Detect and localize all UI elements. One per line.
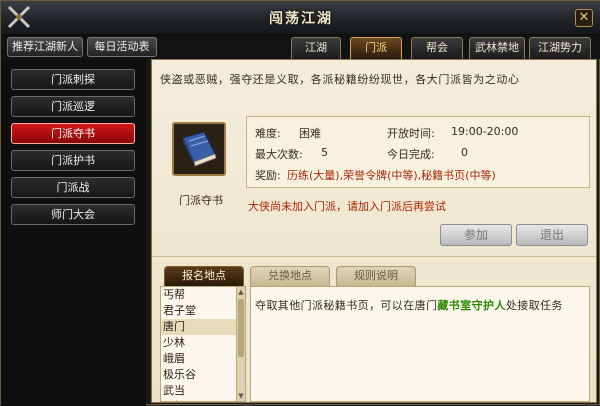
tab-signup-location[interactable]: 报名地点 (164, 266, 244, 286)
title-bar[interactable]: 闯荡江湖 ✕ (1, 1, 600, 35)
list-item[interactable]: 丐帮 (161, 287, 243, 303)
activity-window: 闯荡江湖 ✕ 推荐江湖新人 每日活动表 江湖 门派 帮会 武林禁地 江湖势力 门… (0, 0, 600, 406)
sidebar-item-guard-book[interactable]: 门派护书 (11, 150, 135, 171)
sidebar-item-patrol[interactable]: 门派巡逻 (11, 96, 135, 117)
tab-wulin-forbidden[interactable]: 武林禁地 (469, 37, 525, 59)
top-toolbar: 推荐江湖新人 每日活动表 江湖 门派 帮会 武林禁地 江湖势力 (1, 35, 600, 59)
reward-value: 历练(大量),荣誉令牌(中等),秘籍书页(中等) (287, 169, 496, 182)
list-item[interactable]: 极乐谷 (161, 367, 243, 383)
exit-button[interactable]: 退出 (516, 224, 588, 246)
open-time-label: 开放时间: (387, 127, 435, 140)
window-title: 闯荡江湖 (269, 11, 333, 27)
sidebar-item-seize-book[interactable]: 门派夺书 (11, 123, 135, 144)
blue-book-icon (174, 124, 224, 174)
detail-text-after: 处接取任务 (505, 299, 563, 312)
scroll-down-icon[interactable]: ▼ (237, 391, 245, 401)
activity-icon-label: 门派夺书 (179, 194, 223, 207)
location-detail-box: 夺取其他门派秘籍书页，可以在唐门藏书室守护人处接取任务 (250, 286, 590, 402)
sidebar-item-scout[interactable]: 门派刺探 (11, 69, 135, 90)
close-icon[interactable]: ✕ (575, 9, 593, 27)
list-item[interactable]: 武当 (161, 383, 243, 399)
location-list[interactable]: 丐帮 君子堂 唐门 少林 峨眉 极乐谷 武当 明教 (160, 286, 244, 402)
reward-label: 奖励: (255, 169, 281, 182)
tab-exchange-location[interactable]: 兑换地点 (250, 266, 330, 286)
max-times-label: 最大次数: (255, 148, 303, 161)
section-divider (152, 256, 596, 257)
location-detail-text: 夺取其他门派秘籍书页，可以在唐门藏书室守护人处接取任务 (255, 297, 585, 314)
list-item[interactable]: 明教 (161, 399, 243, 401)
today-done-value: 0 (461, 146, 468, 159)
activity-info-box: 难度: 困难 开放时间: 19:00-20:00 最大次数: 5 今日完成: 0… (246, 116, 590, 188)
tab-menpai[interactable]: 门派 (350, 37, 402, 59)
max-times-value: 5 (321, 146, 328, 159)
location-list-scrollbar[interactable]: ▲ ▼ (236, 286, 246, 402)
list-item[interactable]: 少林 (161, 335, 243, 351)
difficulty-label: 难度: (255, 127, 281, 140)
list-item[interactable]: 峨眉 (161, 351, 243, 367)
sidebar-item-sect-assembly[interactable]: 师门大会 (11, 204, 135, 225)
tab-jianghu[interactable]: 江湖 (291, 37, 341, 59)
join-sect-warning: 大侠尚未加入门派，请加入门派后再尝试 (248, 200, 446, 213)
scroll-thumb[interactable] (238, 299, 244, 357)
join-button[interactable]: 参加 (440, 224, 512, 246)
activity-description: 侠盗或恶贼，强夺还是义取，各派秘籍纷纷现世，各大门派皆为之动心 (160, 73, 520, 86)
list-item[interactable]: 君子堂 (161, 303, 243, 319)
npc-link[interactable]: 藏书室守护人 (437, 299, 505, 312)
open-time-value: 19:00-20:00 (451, 125, 519, 138)
recommend-newbie-button[interactable]: 推荐江湖新人 (7, 37, 83, 57)
tab-jianghu-forces[interactable]: 江湖势力 (529, 37, 591, 59)
daily-schedule-button[interactable]: 每日活动表 (87, 37, 157, 57)
sidebar: 门派刺探 门派巡逻 门派夺书 门派护书 门派战 师门大会 (1, 59, 146, 406)
sidebar-item-sect-war[interactable]: 门派战 (11, 177, 135, 198)
tab-rules[interactable]: 规则说明 (336, 266, 416, 286)
activity-icon-frame (172, 122, 226, 176)
main-panel: 侠盗或恶贼，强夺还是义取，各派秘籍纷纷现世，各大门派皆为之动心 门派夺书 难度:… (151, 59, 597, 403)
tab-banghui[interactable]: 帮会 (411, 37, 463, 59)
difficulty-value: 困难 (299, 127, 321, 140)
detail-text-before: 夺取其他门派秘籍书页，可以在唐门 (255, 299, 438, 312)
scroll-up-icon[interactable]: ▲ (237, 287, 245, 297)
today-done-label: 今日完成: (387, 148, 435, 161)
list-item[interactable]: 唐门 (161, 319, 243, 335)
